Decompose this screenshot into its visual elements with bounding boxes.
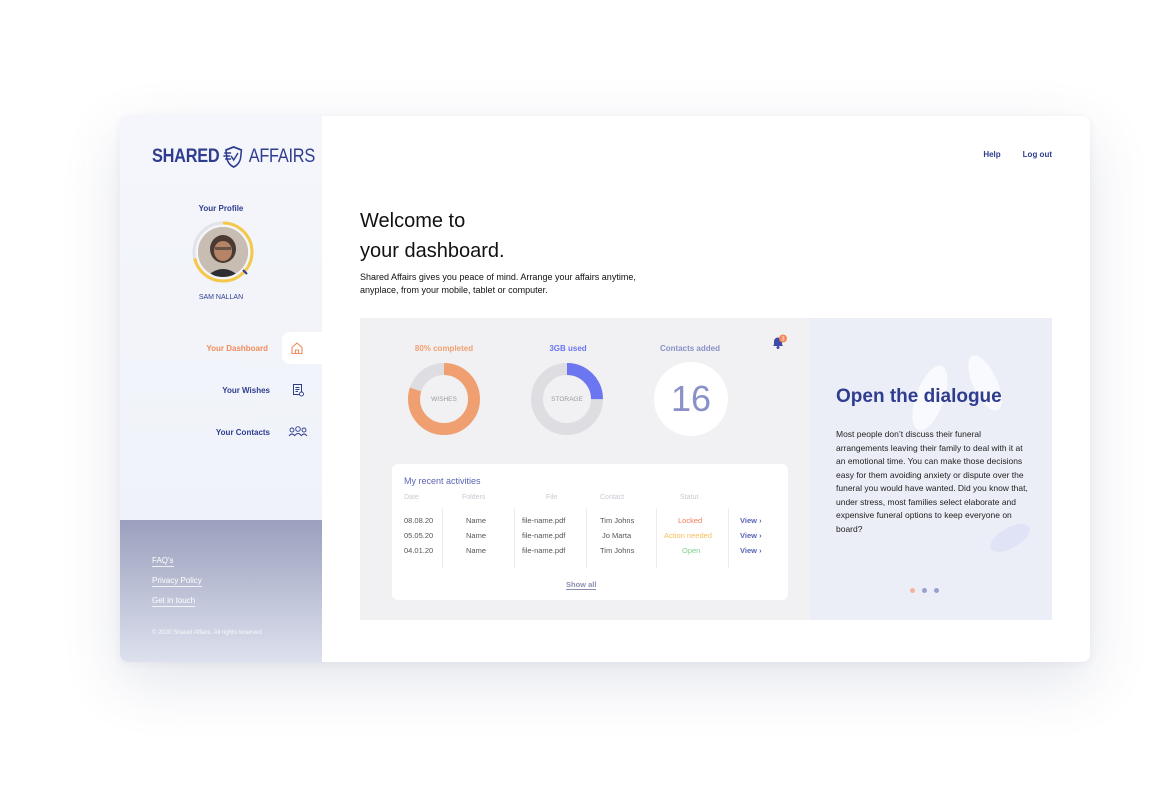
page-title: Welcome to your dashboard.: [360, 206, 505, 266]
bell-icon[interactable]: 3: [770, 334, 788, 352]
contacts-count[interactable]: 16: [654, 362, 728, 436]
card-text: Most people don’t discuss their funeral …: [836, 429, 1028, 534]
top-nav: Help Log out: [983, 150, 1052, 159]
recent-activities: My recent activities Date Folders File C…: [392, 464, 788, 600]
row-file: file-name.pdf: [522, 516, 566, 525]
column-header-date: Date: [404, 494, 419, 501]
home-icon: [282, 332, 322, 364]
show-all-link[interactable]: Show all: [566, 580, 597, 590]
sidebar-item-label: Your Contacts: [215, 427, 270, 437]
column-header-folders: Folders: [462, 494, 486, 501]
row-date: 08.08.20: [404, 516, 434, 525]
help-link[interactable]: Help: [983, 150, 1000, 159]
column-header-status: Statut: [680, 494, 699, 501]
page-title-line2: your dashboard.: [360, 240, 505, 262]
wishes-donut-label: WISHES: [431, 396, 457, 403]
storage-stat-label: 3GB used: [549, 344, 587, 353]
column-divider: [728, 508, 729, 568]
wishes-stat-label: 80% completed: [414, 344, 474, 353]
logout-link[interactable]: Log out: [1023, 150, 1052, 159]
carousel-dot-2[interactable]: [922, 588, 927, 593]
carousel-dot-3[interactable]: [934, 588, 939, 593]
column-divider: [656, 508, 657, 568]
brand-logo[interactable]: SHARED AFFAIRS: [152, 144, 315, 170]
view-link[interactable]: View ›: [740, 546, 762, 555]
storage-donut-label: STORAGE: [551, 396, 583, 403]
sidebar-item-label: Your Wishes: [222, 385, 270, 395]
row-contact: Tim Johns: [600, 516, 635, 525]
privacy-policy-link[interactable]: Privacy Policy: [152, 576, 202, 587]
brand-name-bold: SHARED: [152, 146, 220, 167]
avatar[interactable]: [191, 220, 255, 284]
row-status-open: Open: [682, 546, 701, 555]
page: SHARED AFFAIRS Your Profile SAM NALLAN Y…: [0, 0, 1152, 786]
row-folder: Name: [466, 546, 487, 555]
view-link[interactable]: View ›: [740, 531, 762, 540]
column-header-contact: Contact: [600, 494, 625, 501]
column-header-file: File: [546, 494, 558, 501]
profile-name: SAM NALLAN: [198, 294, 244, 301]
row-file: file-name.pdf: [522, 546, 566, 555]
profile-title: Your Profile: [198, 204, 244, 213]
view-label: View: [740, 546, 757, 555]
activities-title: My recent activities: [404, 476, 481, 486]
chevron-right-icon: ›: [759, 546, 762, 555]
row-contact: Tim Johns: [600, 546, 635, 555]
info-card: Open the dialogue Most people don’t disc…: [810, 318, 1052, 620]
chevron-right-icon: ›: [759, 516, 762, 525]
app-window: SHARED AFFAIRS Your Profile SAM NALLAN Y…: [120, 116, 1090, 662]
stats-panel: 80% completed 3GB used Contacts added WI…: [360, 318, 810, 620]
sidebar-item-dashboard[interactable]: Your Dashboard: [120, 332, 322, 364]
column-divider: [586, 508, 587, 568]
main-content: Help Log out Welcome to your dashboard. …: [322, 116, 1090, 662]
row-status-action-needed: Action needed: [664, 531, 712, 540]
row-status-locked: Locked: [678, 516, 703, 525]
row-folder: Name: [466, 516, 487, 525]
card-title: Open the dialogue: [836, 386, 1002, 407]
row-date: 04.01.20: [404, 546, 434, 555]
contacts-stat-label: Contacts added: [659, 344, 720, 353]
row-file: file-name.pdf: [522, 531, 566, 540]
document-icon: [284, 376, 312, 404]
intro-text: Shared Affairs gives you peace of mind. …: [360, 272, 636, 295]
column-divider: [514, 508, 515, 568]
shield-icon: [223, 146, 243, 168]
get-in-touch-link[interactable]: Get in touch: [152, 596, 196, 607]
avatar-photo: [198, 227, 248, 277]
row-date: 05.05.20: [404, 531, 434, 540]
row-contact: Jo Marta: [602, 531, 632, 540]
users-icon: [284, 418, 312, 446]
sidebar-item-contacts[interactable]: Your Contacts: [120, 416, 322, 448]
copyright: © 2020 Shared Affairs. All rights reserv…: [152, 630, 262, 636]
column-divider: [442, 508, 443, 568]
view-label: View: [740, 516, 757, 525]
sidebar-footer: FAQ's Privacy Policy Get in touch © 2020…: [120, 520, 322, 662]
brand-name-light: AFFAIRS: [248, 146, 316, 167]
view-link[interactable]: View ›: [740, 516, 762, 525]
view-label: View: [740, 531, 757, 540]
page-title-line1: Welcome to: [360, 210, 466, 232]
row-folder: Name: [466, 531, 487, 540]
carousel-dot-1[interactable]: [910, 588, 915, 593]
sidebar-item-label: Your Dashboard: [206, 343, 268, 353]
notification-count: 3: [781, 336, 784, 342]
carousel-dots: [910, 588, 939, 593]
faq-link[interactable]: FAQ's: [152, 556, 174, 567]
sidebar: SHARED AFFAIRS Your Profile SAM NALLAN Y…: [120, 116, 322, 662]
chevron-right-icon: ›: [759, 531, 762, 540]
sidebar-item-wishes[interactable]: Your Wishes: [120, 374, 322, 406]
